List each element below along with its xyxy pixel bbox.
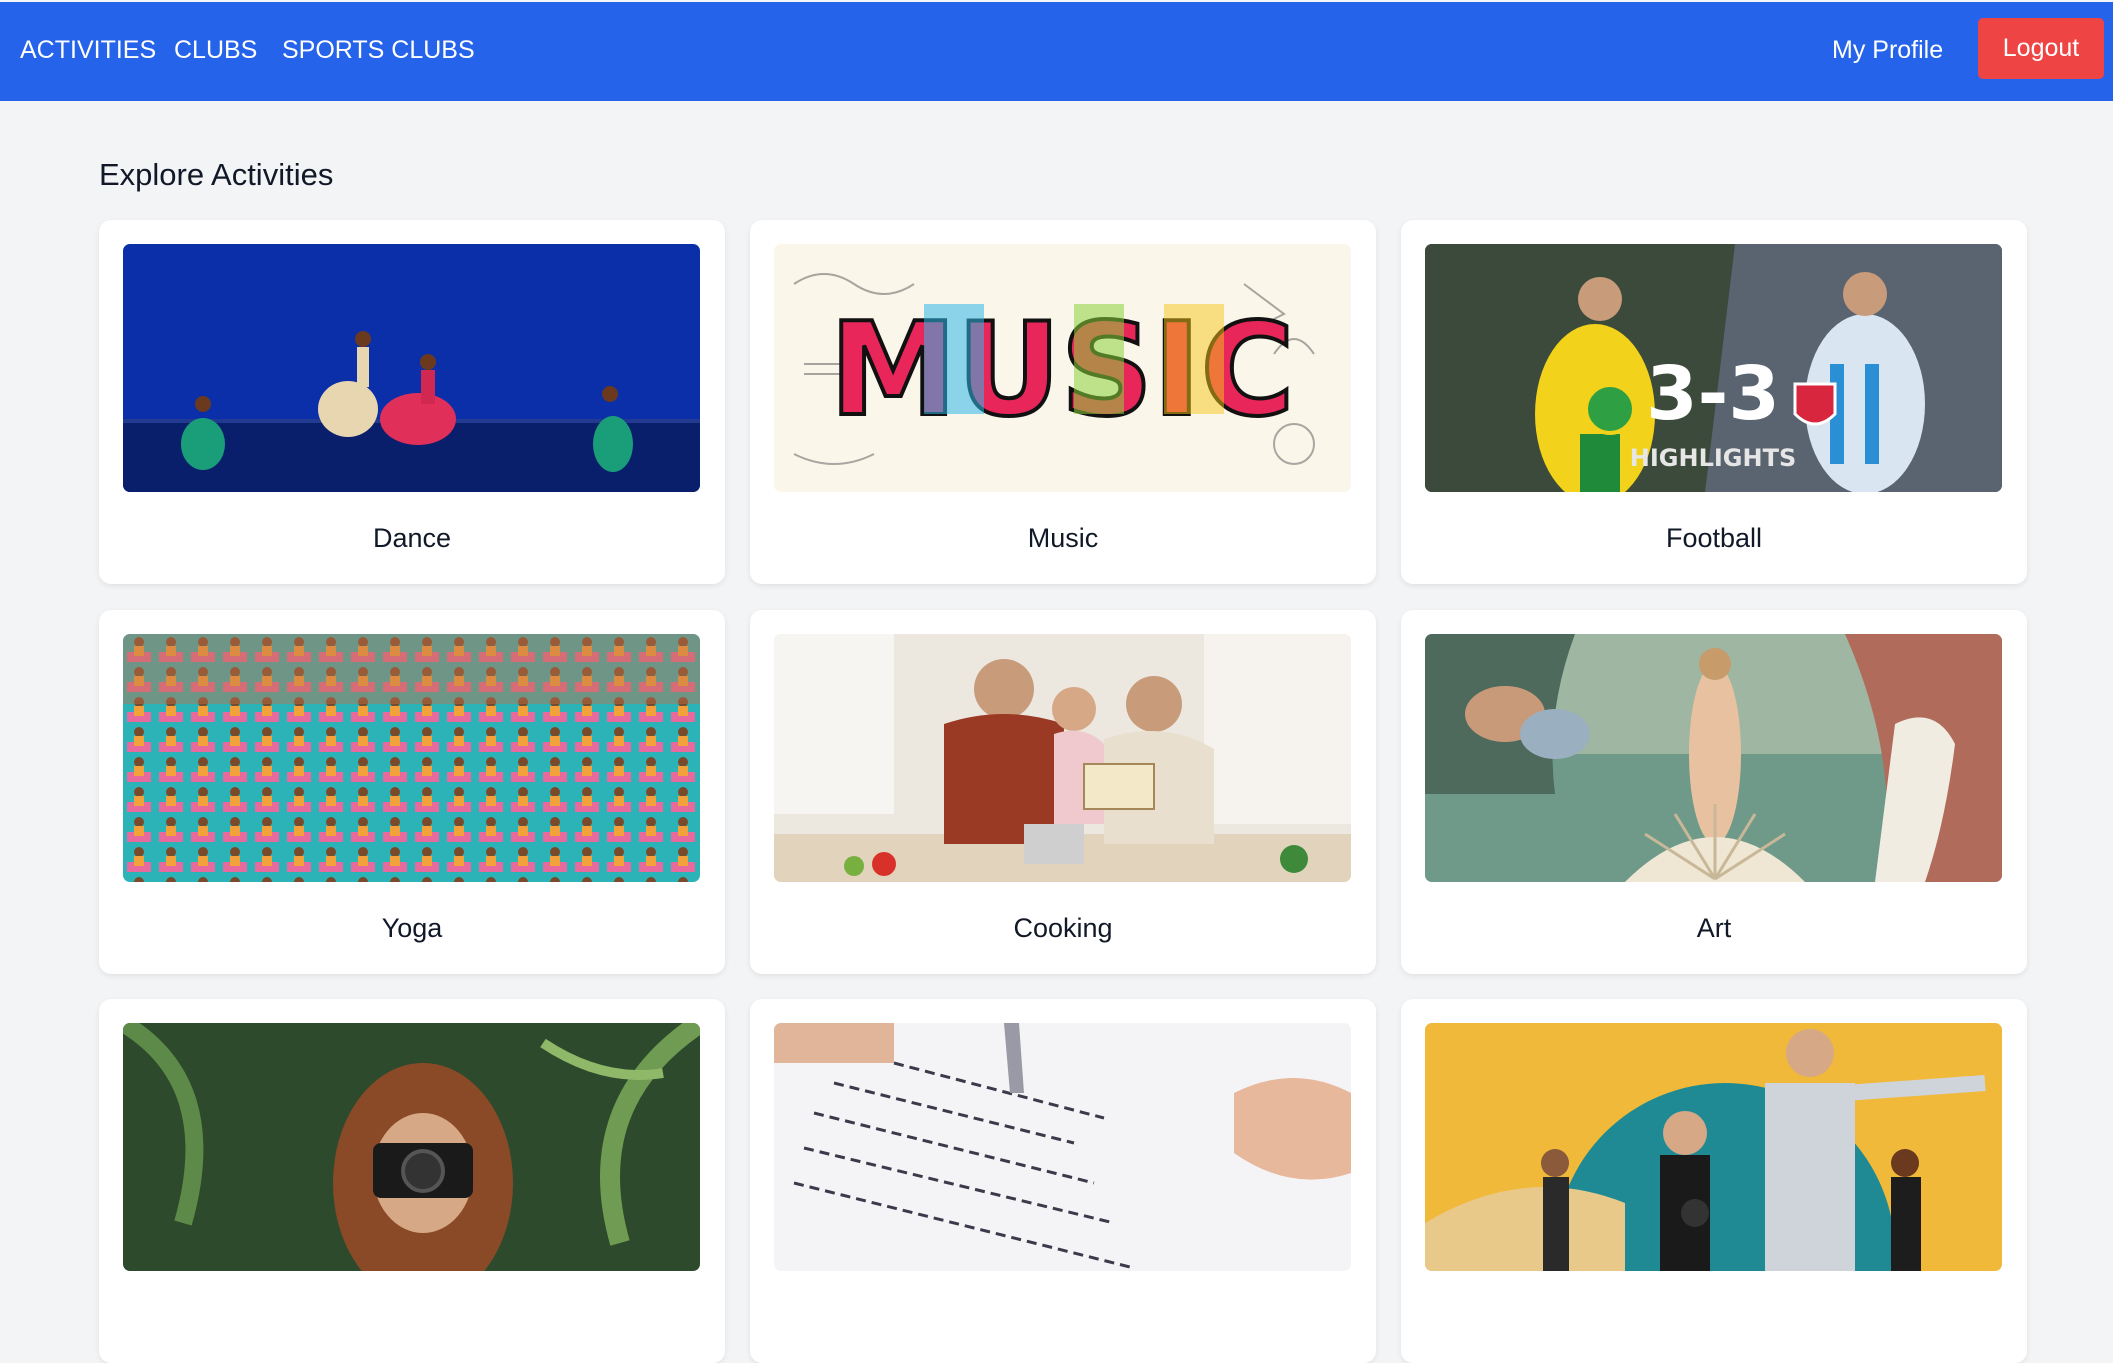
top-navbar: ACTIVITIES CLUBS SPORTS CLUBS My Profile… xyxy=(0,2,2113,101)
music-image: MUSIC xyxy=(774,244,1351,492)
activity-card-writing[interactable] xyxy=(750,999,1376,1363)
activity-label: Music xyxy=(1027,523,1099,553)
nav-sports-clubs-link[interactable]: SPORTS CLUBS xyxy=(282,35,475,65)
nav-activities-link[interactable]: ACTIVITIES xyxy=(20,35,156,65)
my-profile-link[interactable]: My Profile xyxy=(1832,35,1943,65)
activity-label: Cooking xyxy=(1013,913,1113,943)
page-title: Explore Activities xyxy=(99,157,334,192)
football-highlights-text: HIGHLIGHTS xyxy=(1630,444,1796,472)
fitness-image xyxy=(1425,1023,2002,1271)
activity-card-photography[interactable] xyxy=(99,999,725,1363)
activity-card-fitness[interactable] xyxy=(1401,999,2027,1363)
writing-image xyxy=(774,1023,1351,1271)
music-image-text: MUSIC xyxy=(829,296,1294,445)
activity-label: Yoga xyxy=(381,913,443,943)
activity-card-dance[interactable]: Dance xyxy=(99,220,725,584)
photography-image xyxy=(123,1023,700,1271)
activity-card-yoga[interactable]: Yoga xyxy=(99,610,725,974)
yoga-image xyxy=(123,634,700,882)
cooking-image xyxy=(774,634,1351,882)
activity-label: Art xyxy=(1696,913,1732,943)
football-score-text: 3-3 xyxy=(1646,351,1780,437)
football-image: 3-3 HIGHLIGHTS xyxy=(1425,244,2002,492)
activity-card-music[interactable]: MUSIC Music xyxy=(750,220,1376,584)
logout-button[interactable]: Logout xyxy=(1978,18,2104,79)
activity-card-cooking[interactable]: Cooking xyxy=(750,610,1376,974)
art-image xyxy=(1425,634,2002,882)
activity-label: Football xyxy=(1665,523,1763,553)
activity-card-football[interactable]: 3-3 HIGHLIGHTS Football xyxy=(1401,220,2027,584)
activity-label: Dance xyxy=(372,523,452,553)
dance-image xyxy=(123,244,700,492)
nav-clubs-link[interactable]: CLUBS xyxy=(174,35,257,65)
activity-card-art[interactable]: Art xyxy=(1401,610,2027,974)
